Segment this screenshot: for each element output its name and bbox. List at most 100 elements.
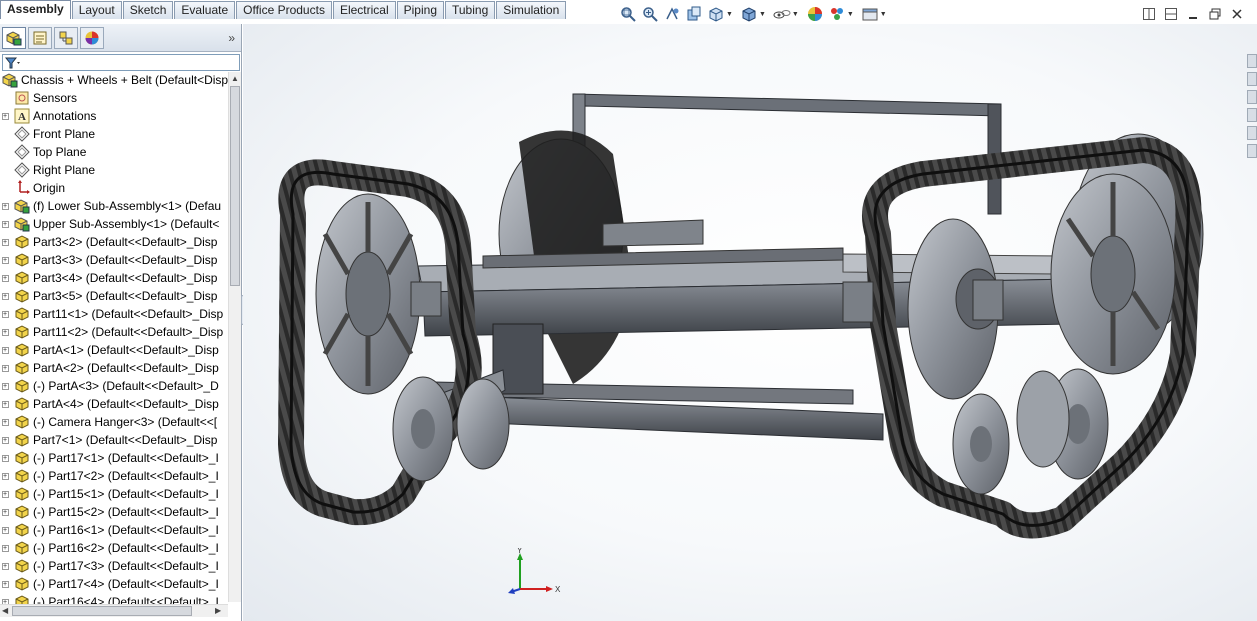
tree-item[interactable]: + Part3<2> (Default<<Default>_Disp <box>0 233 228 251</box>
tree-horizontal-scrollbar[interactable]: ◀ ▶ <box>0 604 228 617</box>
tree-item[interactable]: + Part11<1> (Default<<Default>_Disp <box>0 305 228 323</box>
cascade-windows-icon[interactable] <box>1163 6 1179 22</box>
edit-appearance-icon[interactable] <box>805 4 825 24</box>
view-settings-icon[interactable] <box>860 4 880 24</box>
tree-item[interactable]: + Part11<2> (Default<<Default>_Disp <box>0 323 228 341</box>
expand-icon[interactable]: + <box>0 197 10 215</box>
hide-show-dropdown-icon[interactable]: ▼ <box>792 11 799 18</box>
view-orientation-icon[interactable] <box>706 4 726 24</box>
zoom-to-fit-icon[interactable] <box>618 4 638 24</box>
propertymanager-tab-icon[interactable] <box>28 26 52 49</box>
minimize-icon[interactable] <box>1185 6 1201 22</box>
tree-item[interactable]: + (-) Part17<4> (Default<<Default>_I <box>0 575 228 593</box>
tree-item[interactable]: + (f) Lower Sub-Assembly<1> (Defau <box>0 197 228 215</box>
tree-item[interactable]: Front Plane <box>0 125 228 143</box>
tree-item[interactable]: + PartA<4> (Default<<Default>_Disp <box>0 395 228 413</box>
tab-layout[interactable]: Layout <box>71 1 122 19</box>
tree-item[interactable]: + Part3<3> (Default<<Default>_Disp <box>0 251 228 269</box>
tree-root-item[interactable]: Chassis + Wheels + Belt (Default<Disp <box>0 71 228 89</box>
scroll-thumb[interactable] <box>230 86 240 286</box>
tree-vertical-scrollbar[interactable]: ▲ <box>228 72 241 602</box>
scroll-right-icon[interactable]: ▶ <box>215 605 221 617</box>
tree-item[interactable]: + Upper Sub-Assembly<1> (Default< <box>0 215 228 233</box>
view-orientation-dropdown-icon[interactable]: ▼ <box>726 11 733 18</box>
tab-sketch[interactable]: Sketch <box>122 1 174 19</box>
expand-icon[interactable]: + <box>0 575 10 593</box>
tab-simulation[interactable]: Simulation <box>496 1 567 19</box>
task-pane-explorer-icon[interactable] <box>1247 90 1257 104</box>
tree-item[interactable]: + (-) Part16<2> (Default<<Default>_I <box>0 539 228 557</box>
tab-assembly[interactable]: Assembly <box>0 0 71 19</box>
tab-evaluate[interactable]: Evaluate <box>174 1 236 19</box>
expand-icon[interactable]: + <box>0 539 10 557</box>
tab-electrical[interactable]: Electrical <box>332 1 396 19</box>
expand-icon[interactable]: + <box>0 341 10 359</box>
expand-icon[interactable]: + <box>0 323 10 341</box>
task-pane-appearances-icon[interactable] <box>1247 126 1257 140</box>
expand-icon[interactable]: + <box>0 233 10 251</box>
tree-item[interactable]: + (-) Part15<2> (Default<<Default>_I <box>0 503 228 521</box>
expand-icon[interactable]: + <box>0 395 10 413</box>
expand-icon[interactable]: + <box>0 557 10 575</box>
tree-item[interactable]: + (-) Camera Hanger<3> (Default<<[ <box>0 413 228 431</box>
tab-office-products[interactable]: Office Products <box>236 1 332 19</box>
tree-item[interactable]: + (-) PartA<3> (Default<<Default>_D <box>0 377 228 395</box>
expand-icon[interactable]: + <box>0 359 10 377</box>
expand-icon[interactable]: + <box>0 377 10 395</box>
display-style-dropdown-icon[interactable]: ▼ <box>759 11 766 18</box>
tree-item[interactable]: + (-) Part17<2> (Default<<Default>_I <box>0 467 228 485</box>
expand-icon[interactable]: + <box>0 251 10 269</box>
expand-icon[interactable]: + <box>0 467 10 485</box>
configurationmanager-tab-icon[interactable] <box>54 26 78 49</box>
task-pane-palette-icon[interactable] <box>1247 108 1257 122</box>
task-pane-properties-icon[interactable] <box>1247 144 1257 158</box>
tree-item[interactable]: Right Plane <box>0 161 228 179</box>
section-view-icon[interactable] <box>684 4 704 24</box>
displaymanager-tab-icon[interactable] <box>80 26 104 49</box>
previous-view-icon[interactable] <box>662 4 682 24</box>
expand-icon[interactable]: + <box>0 503 10 521</box>
expand-icon[interactable]: + <box>0 449 10 467</box>
filter-icon[interactable] <box>5 57 21 69</box>
tree-item[interactable]: + (-) Part17<1> (Default<<Default>_I <box>0 449 228 467</box>
tree-item[interactable]: Origin <box>0 179 228 197</box>
tab-piping[interactable]: Piping <box>396 1 444 19</box>
scroll-thumb-horizontal[interactable] <box>12 606 192 616</box>
tree-item[interactable]: Sensors <box>0 89 228 107</box>
zoom-to-area-icon[interactable] <box>640 4 660 24</box>
expand-icon[interactable]: + <box>0 485 10 503</box>
tree-item[interactable]: + Part3<4> (Default<<Default>_Disp <box>0 269 228 287</box>
tree-item[interactable]: + (-) Part16<1> (Default<<Default>_I <box>0 521 228 539</box>
expand-icon[interactable]: + <box>0 215 10 233</box>
hide-show-items-icon[interactable] <box>772 4 792 24</box>
tree-item[interactable]: + (-) Part15<1> (Default<<Default>_I <box>0 485 228 503</box>
tree-item[interactable]: + PartA<2> (Default<<Default>_Disp <box>0 359 228 377</box>
display-style-icon[interactable] <box>739 4 759 24</box>
expand-icon[interactable]: + <box>0 521 10 539</box>
graphics-area[interactable]: Y X <box>243 24 1257 621</box>
more-tabs-button[interactable]: » <box>228 31 235 45</box>
tree-item[interactable]: Top Plane <box>0 143 228 161</box>
tree-item[interactable]: + Part3<5> (Default<<Default>_Disp <box>0 287 228 305</box>
task-pane-resources-icon[interactable] <box>1247 54 1257 68</box>
apply-scene-dropdown-icon[interactable]: ▼ <box>847 11 854 18</box>
expand-icon[interactable]: + <box>0 107 10 125</box>
featuremanager-tab-icon[interactable] <box>2 26 26 49</box>
scroll-up-icon[interactable]: ▲ <box>229 72 241 85</box>
expand-icon[interactable]: + <box>0 431 10 449</box>
scroll-left-icon[interactable]: ◀ <box>2 605 8 617</box>
restore-icon[interactable] <box>1207 6 1223 22</box>
tab-tubing[interactable]: Tubing <box>445 1 496 19</box>
close-icon[interactable] <box>1229 6 1245 22</box>
filter-bar[interactable] <box>2 54 240 71</box>
view-settings-dropdown-icon[interactable]: ▼ <box>880 11 887 18</box>
tile-windows-icon[interactable] <box>1141 6 1157 22</box>
expand-icon[interactable]: + <box>0 413 10 431</box>
tree-item[interactable]: + A Annotations <box>0 107 228 125</box>
chassis-model[interactable] <box>243 24 1257 621</box>
expand-icon[interactable]: + <box>0 305 10 323</box>
expand-icon[interactable]: + <box>0 269 10 287</box>
expand-icon[interactable]: + <box>0 287 10 305</box>
tree-item[interactable]: + Part7<1> (Default<<Default>_Disp <box>0 431 228 449</box>
tree-item[interactable]: + PartA<1> (Default<<Default>_Disp <box>0 341 228 359</box>
